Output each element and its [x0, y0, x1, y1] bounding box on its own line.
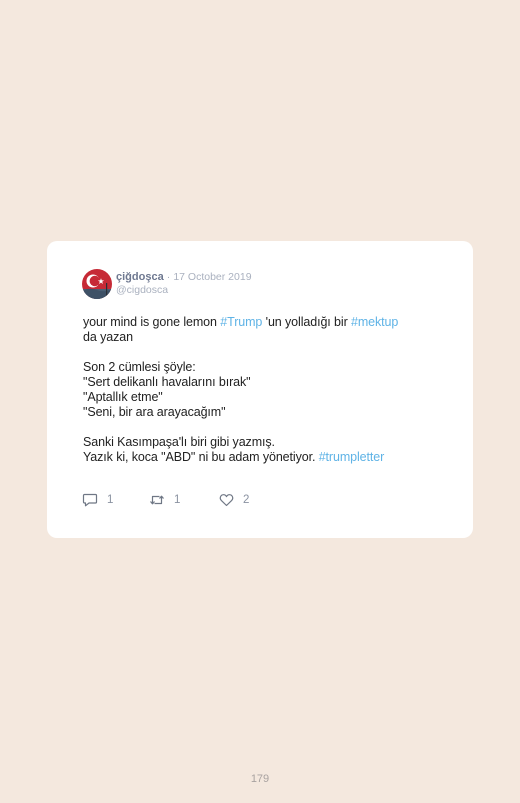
reply-button[interactable]: 1 [82, 492, 113, 508]
tweet-text-line: Yazık ki, koca "ABD" ni bu adam yönetiyo… [83, 450, 443, 465]
tweet-text-segment: Sanki Kasımpaşa'lı biri gibi yazmış. [83, 435, 275, 449]
tweet-text-segment: your mind is gone lemon [83, 315, 221, 329]
tweet-text-segment: "Sert delikanlı havalarını bırak" [83, 375, 251, 389]
hashtag-link[interactable]: #mektup [351, 315, 398, 329]
tweet-text-segment: da yazan [83, 330, 133, 344]
retweet-button[interactable]: 1 [149, 492, 180, 508]
tweet-text-segment: "Seni, bir ara arayacağım" [83, 405, 226, 419]
author-handle[interactable]: @cigdosca [116, 284, 168, 297]
tweet-text-line: your mind is gone lemon #Trump 'un yolla… [83, 315, 443, 330]
reply-count: 1 [107, 494, 114, 506]
tweet-text-line: "Aptallık etme" [83, 390, 443, 405]
tweet-text-line: "Seni, bir ara arayacağım" [83, 405, 443, 420]
tweet-text-segment: 'un yolladığı bir [262, 315, 352, 329]
tweet-text-segment: Yazık ki, koca "ABD" ni bu adam yönetiyo… [83, 450, 319, 464]
avatar[interactable] [82, 269, 112, 299]
tweet-text-segment: "Aptallık etme" [83, 390, 163, 404]
reply-icon [82, 493, 98, 507]
like-button[interactable]: 2 [219, 492, 249, 508]
tweet-text-line: da yazan [83, 330, 443, 345]
header-separator: · [166, 271, 171, 283]
turkish-flag-avatar-icon [82, 269, 112, 299]
tweet-text-line: "Sert delikanlı havalarını bırak" [83, 375, 443, 390]
hashtag-link[interactable]: #trumpletter [319, 450, 385, 464]
retweet-count: 1 [174, 494, 181, 506]
tweet-text-segment: Son 2 cümlesi şöyle: [83, 360, 196, 374]
heart-icon [219, 494, 234, 507]
tweet-card: çiğdoşca · 17 October 2019 @cigdosca you… [47, 241, 473, 538]
tweet-text-line: Son 2 cümlesi şöyle: [83, 360, 443, 375]
tweet-date[interactable]: 17 October 2019 [173, 271, 251, 283]
tweet-text: your mind is gone lemon #Trump 'un yolla… [83, 315, 443, 465]
page-number: 179 [250, 773, 270, 785]
retweet-icon [150, 495, 164, 505]
hashtag-link[interactable]: #Trump [220, 315, 262, 329]
tweet-author-row: çiğdoşca · 17 October 2019 [116, 270, 252, 284]
author-display-name[interactable]: çiğdoşca [116, 271, 164, 283]
tweet-text-line: Sanki Kasımpaşa'lı biri gibi yazmış. [83, 435, 443, 450]
like-count: 2 [243, 494, 250, 506]
